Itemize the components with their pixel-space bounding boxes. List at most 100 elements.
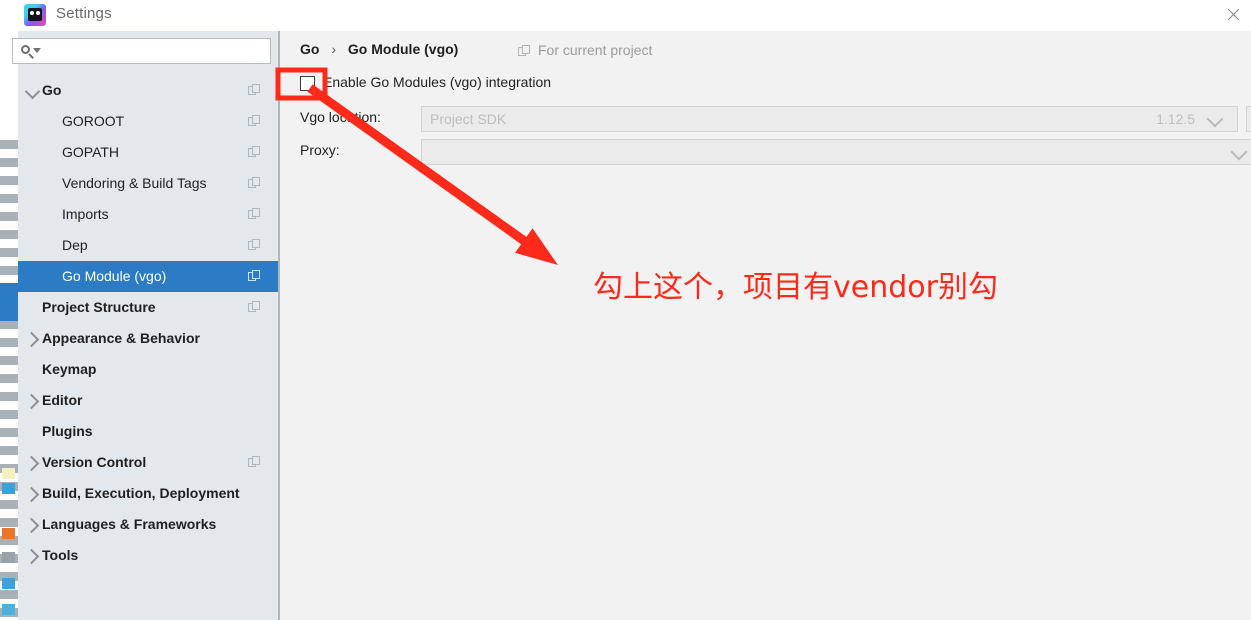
search-box[interactable]	[12, 38, 271, 64]
copy-icon	[248, 84, 261, 97]
background-icon	[2, 552, 15, 563]
sidebar-item-editor[interactable]: Editor	[18, 385, 278, 416]
background-row	[0, 266, 18, 275]
breadcrumb-current: Go Module (vgo)	[347, 41, 459, 57]
background-row	[0, 374, 18, 383]
background-row	[0, 158, 18, 167]
sidebar-item-version-control[interactable]: Version Control	[18, 447, 278, 478]
title-bar: Settings	[18, 0, 1251, 31]
chevron-down-icon[interactable]	[1230, 143, 1248, 161]
background-row	[0, 248, 18, 257]
chevron-down-icon[interactable]	[1206, 110, 1224, 128]
background-row	[0, 518, 18, 527]
background-icon	[2, 604, 15, 615]
settings-tree: Go GOROOT GOPATH Vendoring & Build Tags Impo…	[18, 75, 278, 571]
background-window-strip	[0, 0, 18, 620]
sidebar-item-goroot[interactable]: GOROOT	[18, 106, 278, 137]
settings-content-panel: Go › Go Module (vgo) For current project…	[280, 31, 1251, 620]
background-row	[0, 176, 18, 185]
vgo-location-label: Vgo location:	[300, 109, 381, 125]
sidebar-item-imports[interactable]: Imports	[18, 199, 278, 230]
search-input[interactable]	[41, 41, 263, 63]
background-row	[0, 590, 18, 599]
chevron-right-icon[interactable]	[23, 486, 40, 503]
background-icon	[2, 528, 15, 539]
proxy-input[interactable]	[421, 139, 1251, 165]
background-row	[0, 428, 18, 437]
sidebar-item-dep[interactable]: Dep	[18, 230, 278, 261]
sidebar-item-tools[interactable]: Tools	[18, 540, 278, 571]
sidebar-item-go-module-vgo[interactable]: Go Module (vgo)	[18, 261, 278, 292]
vgo-version-value: 1.12.5	[1156, 111, 1195, 127]
background-row	[0, 230, 18, 239]
enable-go-modules-checkbox[interactable]	[300, 76, 315, 91]
background-row	[0, 410, 18, 419]
breadcrumb: Go › Go Module (vgo)	[300, 41, 458, 57]
chevron-right-icon[interactable]	[23, 393, 40, 410]
scope-label: For current project	[538, 42, 653, 58]
sidebar-item-label: GOPATH	[62, 144, 120, 160]
copy-icon	[248, 456, 261, 469]
sidebar-item-languages-frameworks[interactable]: Languages & Frameworks	[18, 509, 278, 540]
sidebar-item-keymap[interactable]: Keymap	[18, 354, 278, 385]
chevron-down-icon[interactable]	[24, 83, 41, 100]
sidebar-item-plugins[interactable]: Plugins	[18, 416, 278, 447]
search-icon	[21, 44, 41, 60]
sidebar-item-appearance-behavior[interactable]: Appearance & Behavior	[18, 323, 278, 354]
enable-go-modules-label: Enable Go Modules (vgo) integration	[323, 74, 552, 90]
vgo-location-placeholder: Project SDK	[430, 111, 507, 127]
settings-sidebar: Go GOROOT GOPATH Vendoring & Build Tags Impo…	[12, 31, 280, 620]
background-row	[0, 194, 18, 203]
background-selected-row	[0, 283, 18, 321]
sidebar-item-label: Dep	[62, 237, 88, 253]
sidebar-item-label: Editor	[42, 392, 83, 408]
sidebar-item-vendoring-build-tags[interactable]: Vendoring & Build Tags	[18, 168, 278, 199]
window-title: Settings	[56, 5, 112, 22]
background-row	[0, 392, 18, 401]
background-row	[0, 500, 18, 509]
settings-body: Go GOROOT GOPATH Vendoring & Build Tags Impo…	[12, 31, 1251, 620]
chevron-right-icon[interactable]	[23, 517, 40, 534]
sidebar-item-label: Imports	[62, 206, 109, 222]
sidebar-item-label: Version Control	[42, 454, 147, 470]
background-row	[0, 446, 18, 455]
copy-icon	[248, 208, 261, 221]
background-row	[0, 212, 18, 221]
chevron-right-icon[interactable]	[23, 548, 40, 565]
breadcrumb-parent[interactable]: Go	[300, 41, 319, 57]
sidebar-item-build-execution-deployment[interactable]: Build, Execution, Deployment	[18, 478, 278, 509]
copy-icon	[248, 115, 261, 128]
chevron-right-icon[interactable]	[23, 455, 40, 472]
sidebar-item-label: GOROOT	[62, 113, 125, 129]
background-row	[0, 320, 18, 329]
copy-icon	[248, 177, 261, 190]
sidebar-item-label: Go Module (vgo)	[62, 268, 167, 284]
sidebar-item-label: Build, Execution, Deployment	[42, 485, 240, 501]
breadcrumb-separator: ›	[331, 41, 337, 57]
settings-window: Settings Go GOROOT GOPATH Vendoring & Build…	[0, 0, 1251, 620]
sidebar-item-go[interactable]: Go	[18, 75, 278, 106]
sidebar-item-label: Plugins	[42, 423, 93, 439]
background-row	[0, 140, 18, 149]
close-icon[interactable]	[1219, 2, 1247, 28]
background-row	[0, 356, 18, 365]
copy-icon	[248, 301, 261, 314]
copy-icon	[248, 239, 261, 252]
chevron-right-icon[interactable]	[23, 331, 40, 348]
copy-icon	[248, 270, 261, 283]
vgo-browse-button[interactable]: ...	[1246, 106, 1251, 132]
sidebar-item-label: Tools	[42, 547, 79, 563]
vgo-location-input[interactable]: Project SDK 1.12.5	[421, 106, 1238, 132]
background-icon	[2, 468, 15, 479]
sidebar-item-label: Vendoring & Build Tags	[62, 175, 207, 191]
background-icon	[2, 578, 15, 589]
goland-icon	[24, 4, 46, 26]
sidebar-item-label: Appearance & Behavior	[42, 330, 200, 346]
sidebar-item-label: Keymap	[42, 361, 97, 377]
sidebar-item-label: Languages & Frameworks	[42, 516, 217, 532]
sidebar-item-gopath[interactable]: GOPATH	[18, 137, 278, 168]
sidebar-item-project-structure[interactable]: Project Structure	[18, 292, 278, 323]
sidebar-item-label: Project Structure	[42, 299, 156, 315]
background-icon	[2, 483, 15, 494]
proxy-label: Proxy:	[300, 142, 340, 158]
